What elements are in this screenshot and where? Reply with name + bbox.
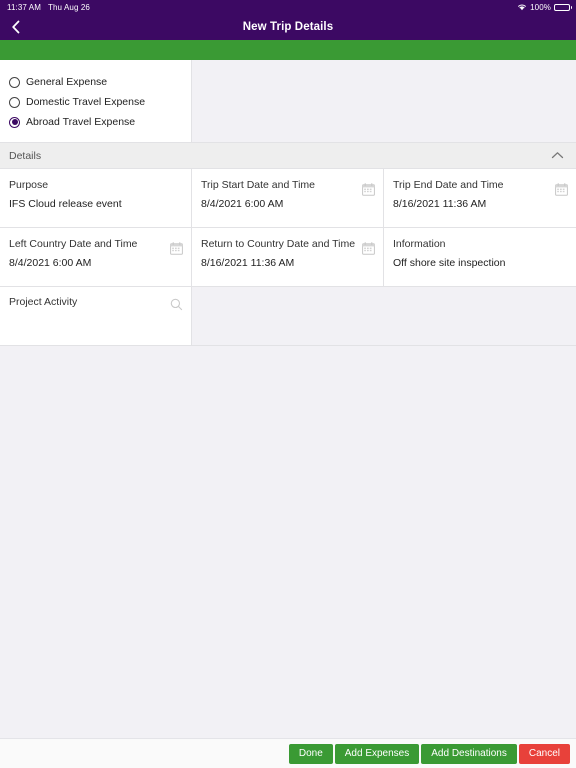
field-trip-start-date-time[interactable]: Trip Start Date and Time 8/4/2021 6:00 A… (192, 169, 384, 227)
field-project-activity[interactable]: Project Activity (0, 287, 192, 345)
details-field-grid: Purpose IFS Cloud release event Trip Sta… (0, 169, 576, 346)
expense-type-radio-group: General Expense Domestic Travel Expense … (0, 60, 192, 142)
field-label: Trip Start Date and Time (201, 179, 315, 191)
radio-option-label: General Expense (26, 76, 108, 88)
add-destinations-button[interactable]: Add Destinations (421, 743, 517, 764)
field-value: 8/4/2021 6:00 AM (201, 197, 284, 210)
radio-option-domestic-travel-expense[interactable]: Domestic Travel Expense (0, 92, 191, 112)
cancel-button[interactable]: Cancel (518, 743, 570, 764)
details-section-title: Details (9, 149, 42, 162)
field-label: Left Country Date and Time (9, 238, 138, 250)
calendar-icon[interactable] (555, 183, 568, 201)
add-expenses-button[interactable]: Add Expenses (334, 743, 420, 764)
status-bar: 11:37 AM Thu Aug 26 100% (0, 0, 576, 14)
status-date: Thu Aug 26 (48, 2, 90, 12)
status-bar-left: 11:37 AM Thu Aug 26 (7, 3, 90, 12)
battery-icon (554, 3, 572, 11)
accent-band (0, 40, 576, 60)
chevron-up-icon[interactable] (551, 147, 564, 165)
status-time: 11:37 AM (7, 2, 42, 12)
field-row: Left Country Date and Time 8/4/2021 6:00… (0, 228, 576, 287)
field-label: Project Activity (9, 296, 78, 308)
page-title: New Trip Details (242, 21, 334, 33)
calendar-icon[interactable] (362, 242, 375, 260)
field-value: 8/16/2021 11:36 AM (393, 197, 487, 210)
calendar-icon[interactable] (170, 242, 183, 260)
radio-circle-icon (9, 76, 20, 88)
bottom-action-bar: Done Add Expenses Add Destinations Cance… (0, 738, 576, 768)
wifi-icon (517, 3, 527, 11)
back-chevron-icon[interactable] (10, 19, 22, 35)
field-purpose[interactable]: Purpose IFS Cloud release event (0, 169, 192, 227)
field-label: Purpose (9, 179, 49, 191)
field-label: Return to Country Date and Time (201, 238, 356, 250)
radio-option-abroad-travel-expense[interactable]: Abroad Travel Expense (0, 112, 191, 132)
field-label: Information (393, 238, 446, 250)
field-row: Purpose IFS Cloud release event Trip Sta… (0, 169, 576, 228)
app-header: New Trip Details (0, 14, 576, 40)
expense-type-section: General Expense Domestic Travel Expense … (0, 60, 576, 142)
project-activity-empty-area (192, 287, 576, 345)
done-button[interactable]: Done (288, 743, 333, 764)
field-label: Trip End Date and Time (393, 179, 504, 191)
status-bar-right: 100% (517, 2, 572, 12)
hamburger-menu-icon[interactable] (35, 21, 52, 33)
expense-type-empty-area (192, 60, 576, 142)
field-value: IFS Cloud release event (9, 197, 122, 210)
header-left-controls (10, 19, 52, 35)
field-information[interactable]: Information Off shore site inspection (384, 228, 576, 286)
radio-option-general-expense[interactable]: General Expense (0, 72, 191, 92)
field-left-country-date-time[interactable]: Left Country Date and Time 8/4/2021 6:00… (0, 228, 192, 286)
search-icon[interactable] (170, 298, 183, 316)
radio-option-label: Domestic Travel Expense (26, 96, 146, 108)
radio-circle-icon (9, 96, 20, 108)
radio-option-label: Abroad Travel Expense (26, 116, 136, 128)
field-trip-end-date-time[interactable]: Trip End Date and Time 8/16/2021 11:36 A… (384, 169, 576, 227)
field-row: Project Activity (0, 287, 576, 346)
battery-percent-label: 100% (530, 2, 551, 12)
field-value: 8/4/2021 6:00 AM (9, 256, 92, 269)
calendar-icon[interactable] (362, 183, 375, 201)
radio-inner-dot (11, 119, 18, 125)
field-return-to-country-date-time[interactable]: Return to Country Date and Time 8/16/202… (192, 228, 384, 286)
field-value: 8/16/2021 11:36 AM (201, 256, 295, 269)
form-content: General Expense Domestic Travel Expense … (0, 60, 576, 745)
page-body-empty-area (0, 346, 576, 745)
radio-circle-selected-icon (9, 116, 20, 128)
field-value: Off shore site inspection (393, 256, 506, 269)
details-section-header[interactable]: Details (0, 142, 576, 169)
